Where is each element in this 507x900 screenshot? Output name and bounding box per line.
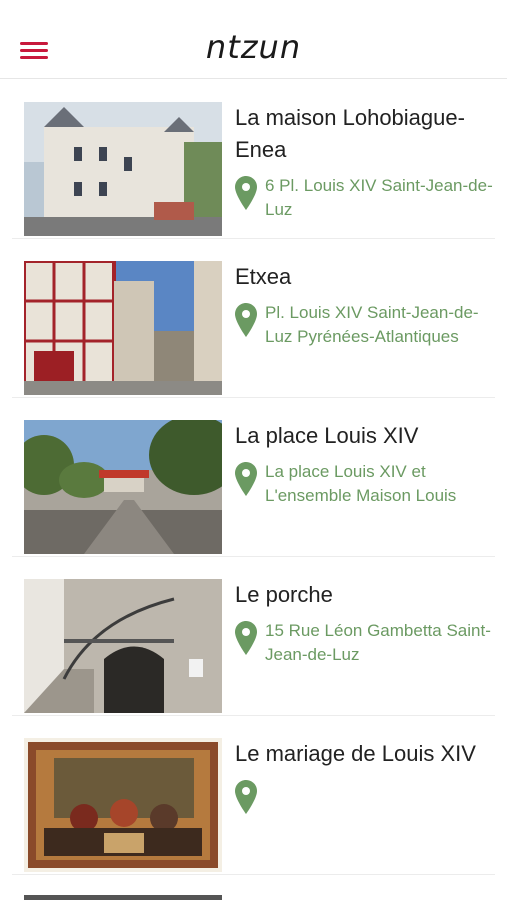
next-item-thumbnail-partial	[24, 895, 222, 900]
address-text: 15 Rue Léon Gambetta Saint-Jean-de-Luz	[265, 621, 491, 664]
place-title[interactable]: La place Louis XIV	[235, 420, 505, 452]
place-thumbnail[interactable]	[24, 261, 222, 395]
list-item[interactable]: Etxea Pl. Louis XIV Saint-Jean-de-Luz Py…	[12, 239, 495, 398]
map-pin-icon	[235, 176, 257, 210]
map-pin-icon	[235, 780, 257, 814]
places-list[interactable]: La maison Lohobiague-Enea 6 Pl. Louis XI…	[0, 80, 507, 875]
list-item[interactable]: La place Louis XIV La place Louis XIV et…	[12, 398, 495, 557]
place-address: 15 Rue Léon Gambetta Saint-Jean-de-Luz	[235, 619, 495, 667]
address-text: La place Louis XIV et L'ensemble Maison …	[265, 462, 457, 505]
place-title[interactable]: La maison Lohobiague-Enea	[235, 102, 505, 166]
place-title[interactable]: Le porche	[235, 579, 505, 611]
place-title[interactable]: Le mariage de Louis XIV	[235, 738, 505, 770]
app-header: ntzun	[0, 0, 507, 79]
list-item[interactable]: Le mariage de Louis XIV	[12, 716, 495, 875]
app: ntzun La maison Lohobiague-Enea 6 Pl. Lo…	[0, 0, 507, 900]
map-pin-icon	[235, 303, 257, 337]
place-title[interactable]: Etxea	[235, 261, 505, 293]
place-address	[235, 778, 495, 814]
place-thumbnail[interactable]	[24, 579, 222, 713]
list-item[interactable]: La maison Lohobiague-Enea 6 Pl. Louis XI…	[12, 80, 495, 239]
place-thumbnail[interactable]	[24, 102, 222, 236]
map-pin-icon	[235, 621, 257, 655]
place-thumbnail[interactable]	[24, 420, 222, 554]
place-thumbnail[interactable]	[24, 738, 222, 872]
app-logo: ntzun	[205, 28, 302, 66]
list-item[interactable]: Le porche 15 Rue Léon Gambetta Saint-Jea…	[12, 557, 495, 716]
address-text: 6 Pl. Louis XIV Saint-Jean-de-Luz	[265, 176, 493, 219]
map-pin-icon	[235, 462, 257, 496]
address-text: Pl. Louis XIV Saint-Jean-de-Luz Pyrénées…	[265, 303, 479, 346]
place-address: La place Louis XIV et L'ensemble Maison …	[235, 460, 495, 508]
place-address: 6 Pl. Louis XIV Saint-Jean-de-Luz	[235, 174, 495, 222]
place-address: Pl. Louis XIV Saint-Jean-de-Luz Pyrénées…	[235, 301, 495, 349]
